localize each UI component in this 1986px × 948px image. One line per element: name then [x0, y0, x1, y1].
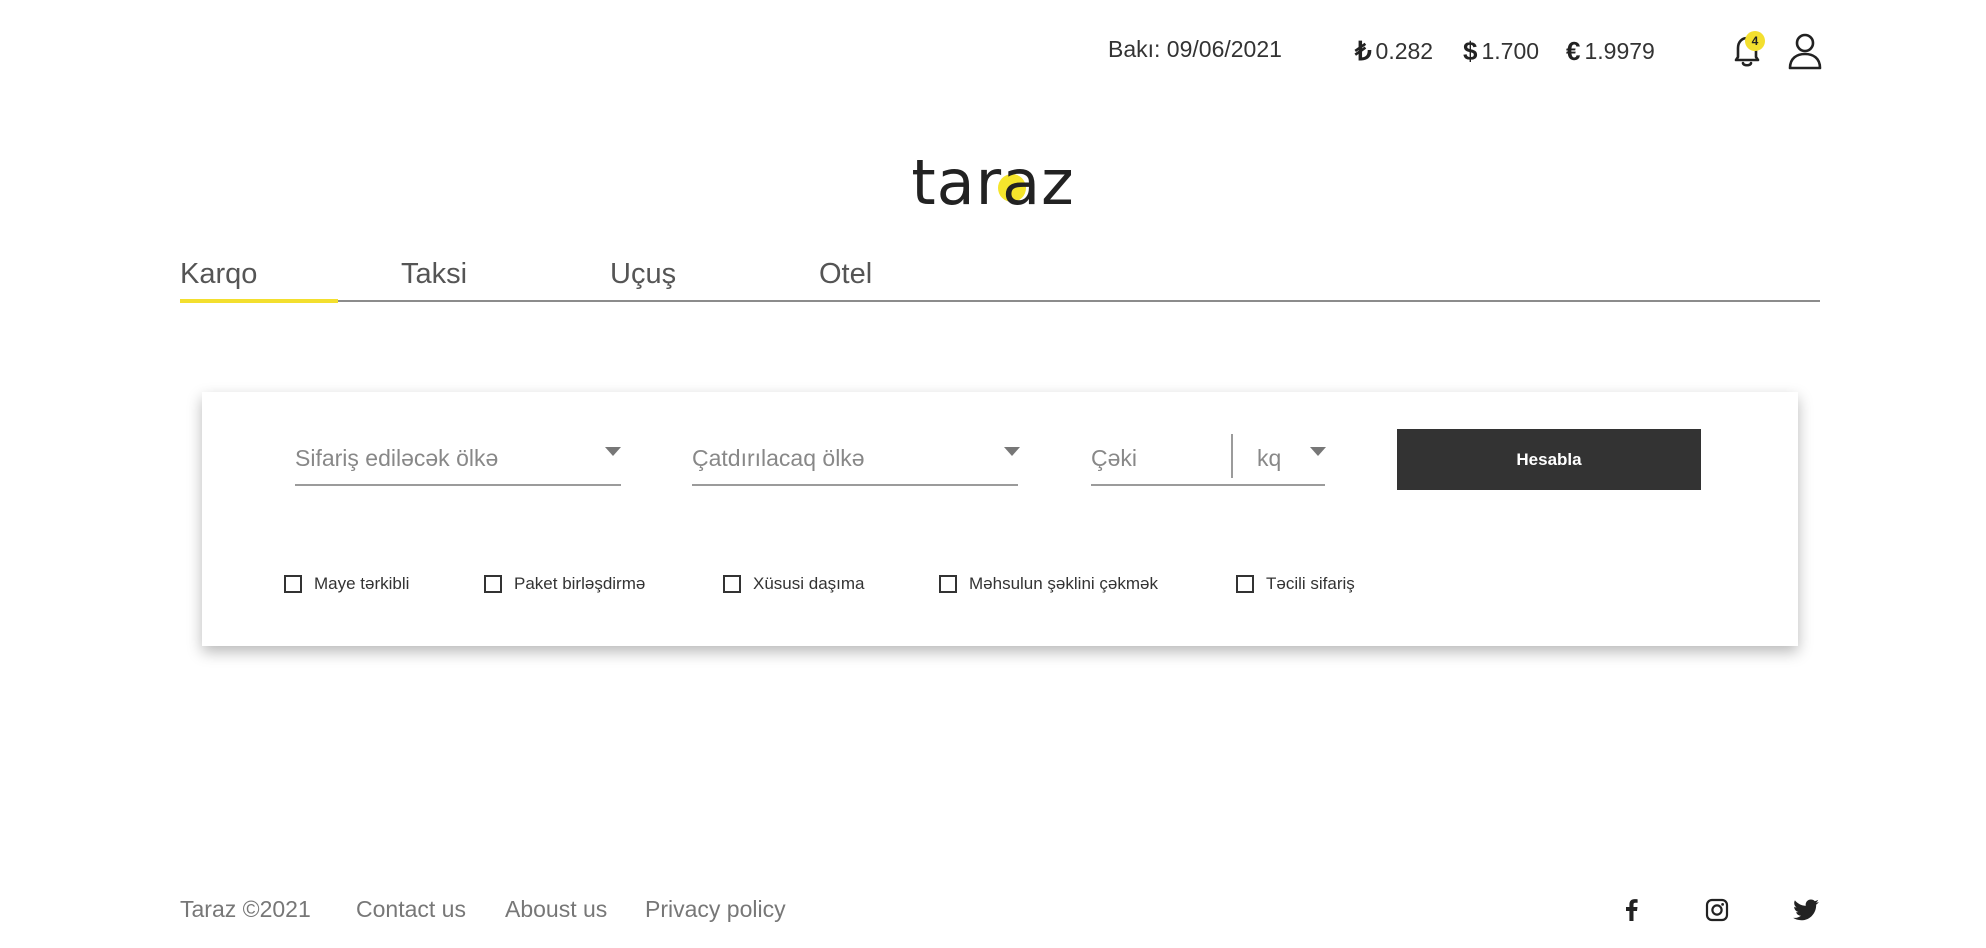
top-bar: Bakı: 09/06/2021 ₺ 0.282 $ 1.700 € 1.997… [0, 30, 1986, 70]
service-tabs: Karqo Taksi Uçuş Otel [180, 250, 1820, 303]
chevron-down-icon [1004, 447, 1020, 456]
notifications-button[interactable]: 4 [1726, 30, 1768, 72]
privacy-policy-link[interactable]: Privacy policy [645, 896, 786, 923]
option-product-photo[interactable]: Məhsulun şəklini çəkmək [939, 574, 1158, 594]
options-row: Maye tərkibli Paket birləşdirmə Xüsusi d… [284, 574, 1684, 598]
instagram-icon [1705, 898, 1729, 922]
cargo-calculator-card: Sifariş ediləcək ölkə Çatdırılacaq ölkə … [202, 392, 1798, 646]
option-label: Təcili sifariş [1266, 574, 1355, 593]
checkbox[interactable] [723, 575, 741, 593]
currency-eur-value: 1.9979 [1584, 38, 1655, 64]
tab-taksi[interactable]: Taksi [401, 258, 467, 291]
checkbox[interactable] [1236, 575, 1254, 593]
footer: Taraz ©2021 Contact us Aboust us Privacy… [180, 896, 1820, 926]
weight-input[interactable]: Çəki [1091, 445, 1137, 472]
option-urgent-order[interactable]: Təcili sifariş [1236, 574, 1355, 594]
option-special-shipping[interactable]: Xüsusi daşıma [723, 574, 865, 594]
currency-try-value: 0.282 [1375, 38, 1434, 64]
logo[interactable]: taraz [0, 138, 1986, 228]
weight-field: Çəki kq [1091, 422, 1326, 486]
date-label: Bakı: 09/06/2021 [1108, 36, 1282, 62]
chevron-down-icon [1310, 447, 1326, 456]
chevron-down-icon [605, 447, 621, 456]
option-package-merge[interactable]: Paket birləşdirmə [484, 574, 645, 594]
copyright: Taraz ©2021 [180, 896, 311, 922]
currency-usd-value: 1.700 [1481, 38, 1540, 64]
destination-country-select[interactable]: Çatdırılacaq ölkə [692, 422, 1020, 486]
option-label: Xüsusi daşıma [753, 574, 865, 593]
option-liquid[interactable]: Maye tərkibli [284, 574, 409, 594]
currency-eur: € 1.9979 [1566, 36, 1655, 67]
weight-divider [1231, 434, 1233, 478]
option-label: Məhsulun şəklini çəkmək [969, 574, 1158, 593]
user-button[interactable] [1784, 30, 1826, 72]
twitter-link[interactable] [1792, 896, 1820, 924]
option-label: Paket birləşdirmə [514, 574, 646, 593]
facebook-link[interactable] [1618, 896, 1646, 924]
weight-unit-select[interactable]: kq [1257, 445, 1281, 472]
dollar-icon: $ [1463, 36, 1478, 66]
active-tab-indicator [180, 299, 338, 303]
tab-otel[interactable]: Otel [819, 258, 872, 291]
origin-country-select[interactable]: Sifariş ediləcək ölkə [295, 422, 621, 486]
logo-text: taraz [911, 146, 1075, 219]
euro-icon: € [1566, 36, 1581, 66]
destination-country-placeholder: Çatdırılacaq ölkə [692, 445, 865, 471]
instagram-link[interactable] [1703, 896, 1731, 924]
checkbox[interactable] [484, 575, 502, 593]
about-us-link[interactable]: Aboust us [505, 896, 607, 923]
tab-kargo[interactable]: Karqo [180, 258, 257, 291]
lira-icon: ₺ [1355, 36, 1372, 66]
checkbox[interactable] [939, 575, 957, 593]
checkbox[interactable] [284, 575, 302, 593]
facebook-icon [1626, 899, 1638, 921]
currency-try: ₺ 0.282 [1355, 36, 1433, 67]
user-icon [1788, 33, 1822, 70]
twitter-icon [1793, 899, 1819, 921]
notification-badge: 4 [1745, 31, 1765, 51]
origin-country-placeholder: Sifariş ediləcək ölkə [295, 445, 499, 471]
currency-usd: $ 1.700 [1463, 36, 1539, 67]
option-label: Maye tərkibli [314, 574, 410, 593]
contact-us-link[interactable]: Contact us [356, 896, 466, 923]
tab-ucus[interactable]: Uçuş [610, 258, 676, 291]
calculate-button[interactable]: Hesabla [1397, 429, 1701, 490]
